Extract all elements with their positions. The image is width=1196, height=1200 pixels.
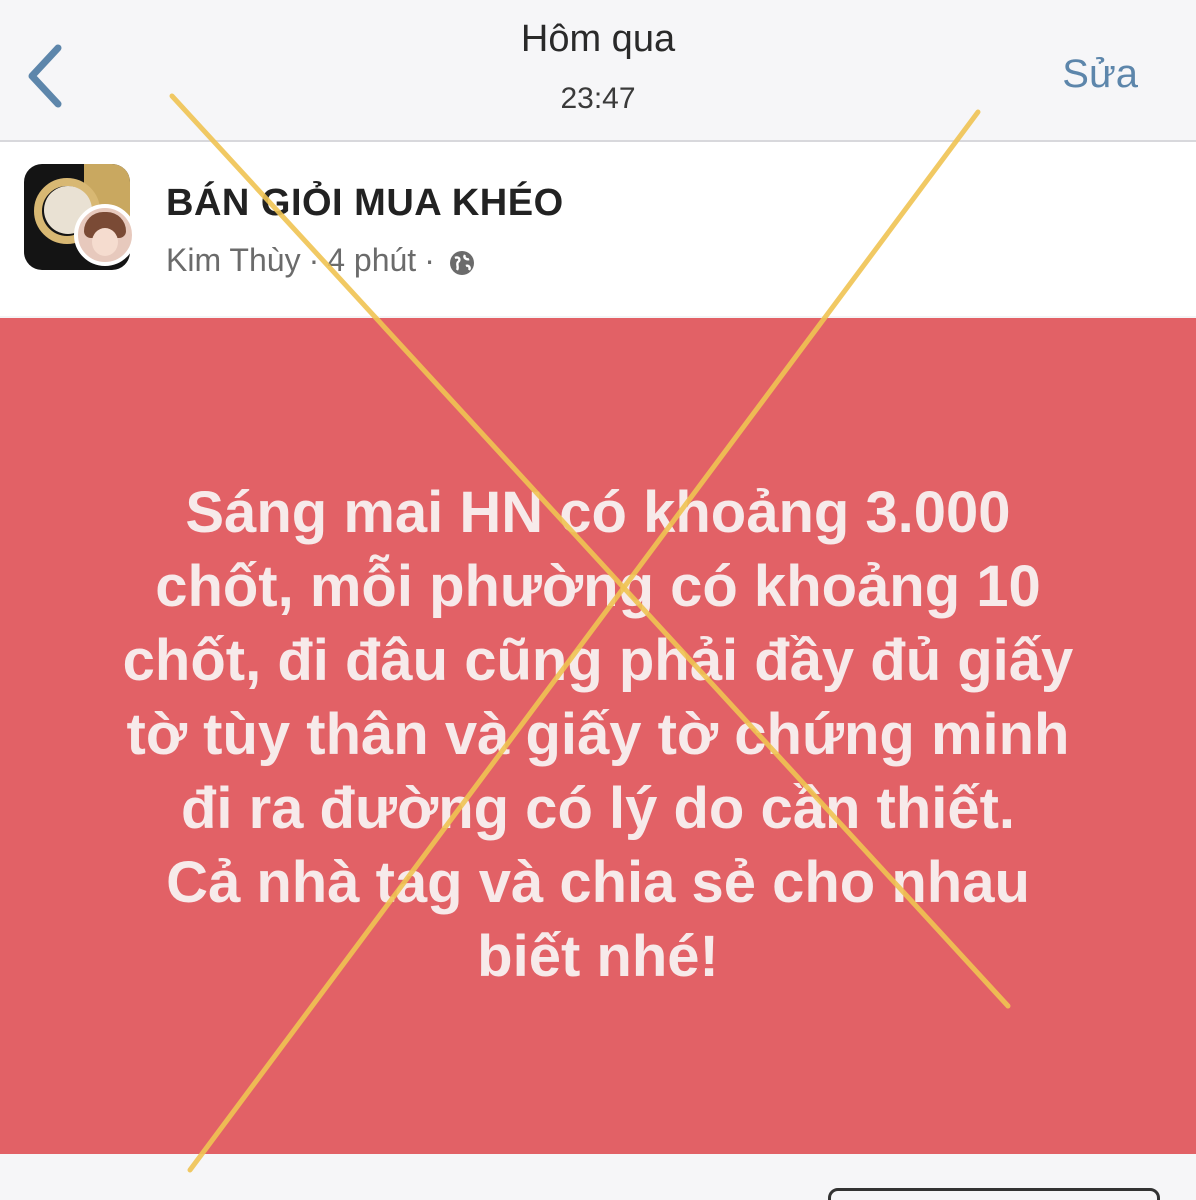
post-line: tờ tùy thân và giấy tờ chứng minh [126, 702, 1070, 767]
top-nav-bar: Hôm qua 23:47 Sửa [0, 0, 1196, 142]
meta-separator-2: · [424, 242, 435, 278]
post-text: Sáng mai HN có khoảng 3.000 chốt, mỗi ph… [70, 476, 1126, 994]
post-line: biết nhé! [477, 924, 719, 989]
globe-icon [449, 250, 474, 275]
footer-button[interactable] [828, 1188, 1160, 1200]
post-line: chốt, đi đâu cũng phải đầy đủ giấy [122, 628, 1074, 693]
user-avatar[interactable] [74, 204, 136, 266]
post-line: Cả nhà tag và chia sẻ cho nhau [166, 850, 1030, 915]
post-meta: Kim Thùy · 4 phút · [166, 242, 477, 279]
nav-title: Hôm qua [520, 18, 676, 60]
screen: Hôm qua 23:47 Sửa BÁN GIỎI MUA KHÉO Kim … [0, 0, 1196, 1200]
post-line: đi ra đường có lý do cần thiết. [180, 776, 1016, 841]
group-name[interactable]: BÁN GIỎI MUA KHÉO [166, 182, 564, 225]
post-line: Sáng mai HN có khoảng 3.000 [185, 480, 1011, 545]
post-line: chốt, mỗi phường có khoảng 10 [155, 554, 1041, 619]
post-time[interactable]: 4 phút [327, 242, 416, 278]
post-header: BÁN GIỎI MUA KHÉO Kim Thùy · 4 phút · [0, 142, 1196, 316]
author-name[interactable]: Kim Thùy [166, 242, 301, 278]
post-body: Sáng mai HN có khoảng 3.000 chốt, mỗi ph… [0, 318, 1196, 1154]
edit-button[interactable]: Sửa [1062, 52, 1138, 97]
nav-time: 23:47 [560, 82, 636, 115]
meta-separator: · [308, 242, 320, 278]
